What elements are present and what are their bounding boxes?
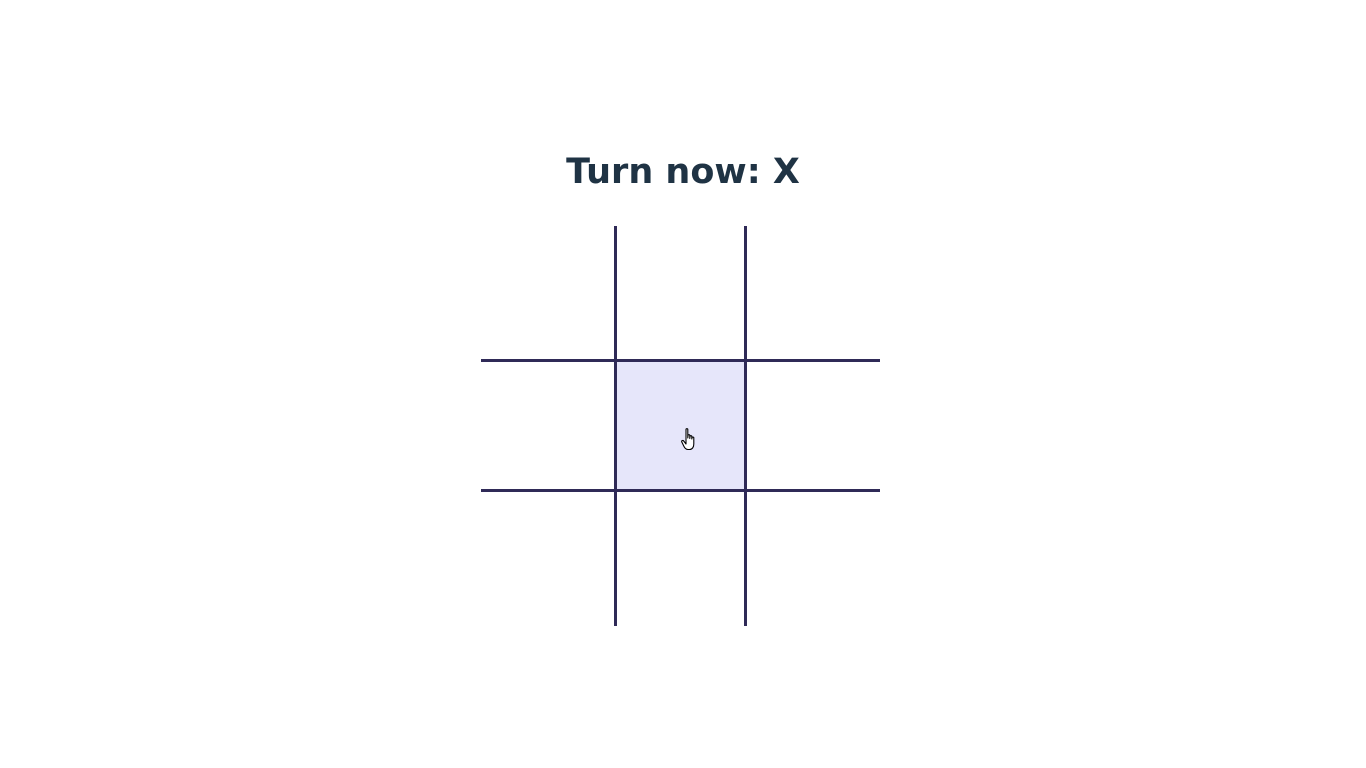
game-board [481, 226, 880, 626]
board-cell-9[interactable] [747, 492, 880, 626]
board-cell-1[interactable] [481, 226, 614, 359]
board-cell-2[interactable] [614, 226, 747, 359]
board-cell-7[interactable] [481, 492, 614, 626]
board-cell-4[interactable] [481, 359, 614, 492]
board-cell-8[interactable] [614, 492, 747, 626]
board-cell-6[interactable] [747, 359, 880, 492]
turn-status: Turn now: X [566, 152, 800, 192]
board-cell-3[interactable] [747, 226, 880, 359]
board-cell-5[interactable] [614, 359, 747, 492]
